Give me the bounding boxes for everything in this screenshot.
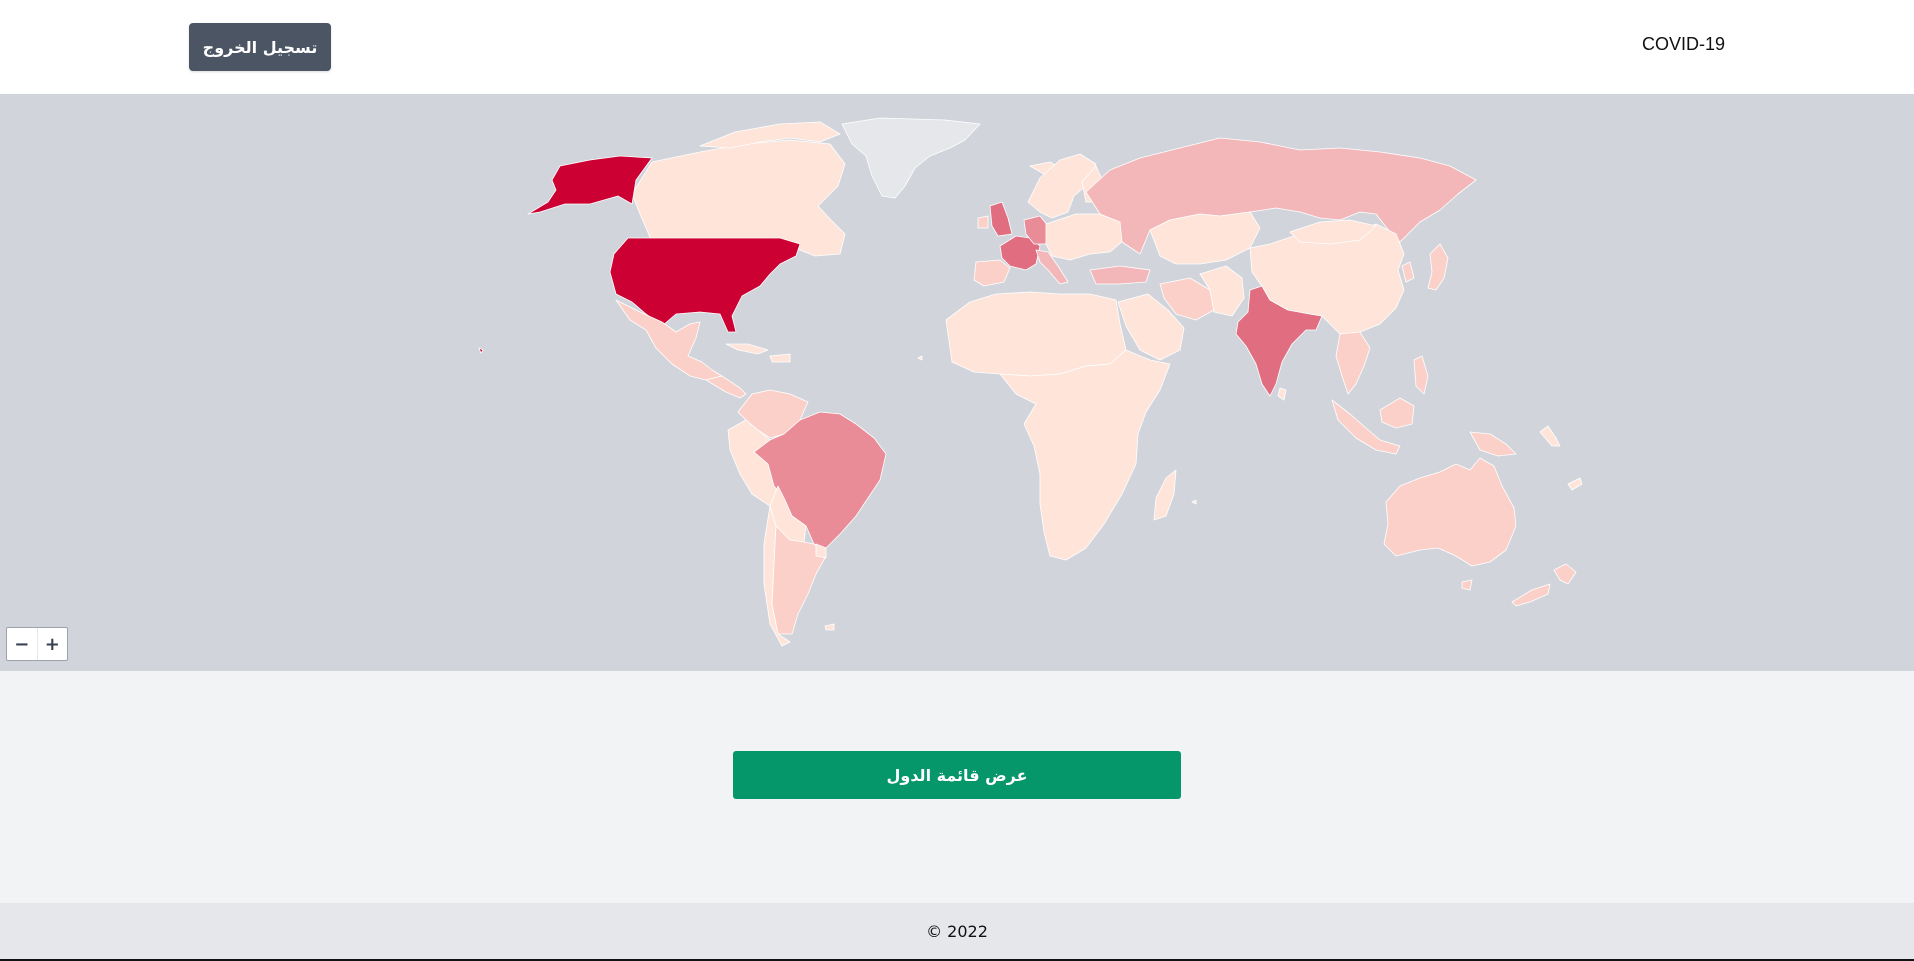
zoom-in-button[interactable]: + bbox=[36, 628, 68, 660]
island-1 bbox=[917, 355, 923, 361]
country-borneo[interactable] bbox=[1379, 397, 1415, 429]
zoom-control: − + bbox=[6, 627, 68, 661]
country-australia[interactable] bbox=[1383, 457, 1517, 567]
country-eastern-europe[interactable] bbox=[1045, 213, 1125, 261]
country-ireland[interactable] bbox=[977, 215, 989, 229]
country-central-africa[interactable] bbox=[999, 349, 1171, 561]
country-korea[interactable] bbox=[1401, 261, 1415, 283]
top-navbar: تسجيل الخروج COVID-19 bbox=[0, 0, 1914, 94]
copyright-text: © 2022 bbox=[926, 921, 988, 941]
country-alaska[interactable] bbox=[527, 155, 653, 215]
country-png[interactable] bbox=[1469, 431, 1517, 457]
country-tasmania[interactable] bbox=[1461, 579, 1473, 591]
island-4 bbox=[1539, 425, 1561, 447]
country-spain[interactable] bbox=[973, 259, 1011, 287]
country-southeast-asia[interactable] bbox=[1335, 331, 1371, 395]
show-countries-list-button[interactable]: عرض قائمة الدول bbox=[733, 751, 1181, 799]
country-turkey[interactable] bbox=[1089, 265, 1151, 285]
country-japan[interactable] bbox=[1427, 243, 1449, 291]
country-central-america[interactable] bbox=[705, 375, 747, 399]
country-falklands[interactable] bbox=[824, 623, 835, 631]
footer: © 2022 bbox=[0, 903, 1914, 961]
world-map-svg[interactable] bbox=[0, 94, 1914, 671]
country-madagascar[interactable] bbox=[1153, 469, 1177, 521]
zoom-out-button[interactable]: − bbox=[7, 628, 37, 660]
country-new-zealand[interactable] bbox=[1553, 563, 1577, 585]
country-north-africa[interactable] bbox=[945, 291, 1127, 377]
country-greenland[interactable] bbox=[841, 117, 981, 199]
country-hispaniola[interactable] bbox=[769, 353, 791, 363]
world-map[interactable]: − + bbox=[0, 94, 1914, 671]
country-sri-lanka[interactable] bbox=[1277, 387, 1287, 401]
country-philippines[interactable] bbox=[1413, 355, 1429, 395]
country-cuba[interactable] bbox=[725, 343, 769, 355]
country-russia[interactable] bbox=[1085, 137, 1477, 255]
island-3 bbox=[1567, 477, 1583, 491]
country-hawaii[interactable] bbox=[478, 347, 484, 354]
brand-title: COVID-19 bbox=[1641, 34, 1725, 54]
country-uk[interactable] bbox=[989, 201, 1013, 237]
island-2 bbox=[1191, 499, 1197, 505]
logout-button[interactable]: تسجيل الخروج bbox=[189, 23, 331, 71]
country-new-zealand-south[interactable] bbox=[1511, 583, 1551, 607]
main-content: عرض قائمة الدول bbox=[0, 671, 1914, 903]
